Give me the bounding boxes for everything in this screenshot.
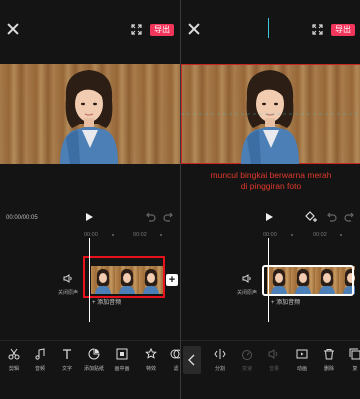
tool-label: 剪辑: [8, 366, 19, 372]
split-icon: [214, 349, 226, 359]
export-button[interactable]: 导出: [331, 24, 355, 36]
ruler-dot: [112, 234, 114, 236]
play-icon[interactable]: [86, 213, 93, 221]
playhead[interactable]: [89, 238, 90, 322]
editor-screen-before: 导出 00:00/00:05 00:00 00:02 关闭原声 + + 添加音频…: [0, 0, 180, 399]
trash-icon: [324, 349, 334, 360]
video-preview: [0, 64, 180, 164]
mute-original-audio[interactable]: 关闭原声: [56, 270, 80, 296]
scissors-icon: [8, 348, 20, 360]
tool-label: 动画: [296, 366, 307, 372]
mute-original-audio[interactable]: 关闭原声: [235, 270, 259, 296]
fullscreen-icon[interactable]: [312, 24, 323, 35]
playhead[interactable]: [268, 238, 269, 322]
tool-sticker[interactable]: 添加贴纸: [80, 348, 108, 372]
speed-icon: [242, 350, 252, 360]
clip-selection-frame[interactable]: [262, 265, 354, 296]
add-audio-button[interactable]: + 添加音频: [271, 297, 300, 309]
playback-time: 00:00/00:05: [6, 215, 38, 221]
undo-icon[interactable]: [144, 211, 156, 223]
tool-delete[interactable]: 删除: [315, 348, 343, 372]
editor-screen-after: 导出 muncul bingkai berwarna merah di ping…: [181, 0, 360, 399]
back-button[interactable]: [183, 346, 201, 374]
tool-label: 分割: [214, 366, 225, 372]
tool-volume: 音量: [260, 348, 288, 372]
tool-label: 滤: [173, 366, 179, 372]
close-icon[interactable]: [6, 22, 20, 36]
tool-speed: 变速: [233, 348, 261, 372]
video-preview-selected[interactable]: [181, 64, 360, 164]
ruler-dot: [291, 234, 293, 236]
mute-label: 关闭原声: [57, 290, 78, 296]
mute-label: 关闭原声: [236, 290, 257, 296]
tool-effects[interactable]: 特效: [137, 348, 165, 372]
video-photo-woman: [60, 70, 118, 164]
redo-icon[interactable]: [344, 211, 356, 223]
tool-copy[interactable]: 复: [341, 348, 360, 372]
ruler-tick: 00:02: [313, 232, 327, 238]
guide-line-top: [268, 18, 269, 38]
volume-icon: [268, 349, 278, 359]
effects-star-icon: [145, 348, 157, 359]
ruler-tick: 00:00: [263, 232, 277, 238]
tool-label: 音频: [34, 366, 45, 372]
redo-icon[interactable]: [163, 211, 175, 223]
tool-label: 删除: [323, 366, 334, 372]
tool-animation[interactable]: 动画: [288, 348, 316, 372]
speaker-icon: [63, 274, 72, 283]
ruler-dot: [160, 234, 162, 236]
tool-label: 复: [352, 366, 358, 372]
comparison-screenshot: 导出 00:00/00:05 00:00 00:02 关闭原声 + + 添加音频…: [0, 0, 360, 399]
tool-label: 特效: [145, 366, 156, 372]
speaker-icon: [242, 274, 251, 283]
add-audio-button[interactable]: + 添加音频: [92, 297, 121, 309]
sticker-icon: [88, 348, 100, 360]
copy-icon: [349, 348, 360, 360]
tool-split[interactable]: 分割: [206, 348, 234, 372]
animation-icon: [296, 349, 308, 359]
add-clip-button[interactable]: +: [166, 274, 178, 286]
fullscreen-icon[interactable]: [131, 24, 142, 35]
picture-in-picture-icon: [116, 348, 128, 360]
tool-cut[interactable]: 剪辑: [0, 348, 28, 372]
close-icon[interactable]: [187, 22, 201, 36]
highlight-frame: [83, 256, 165, 298]
filter-icon: [170, 349, 180, 359]
video-photo-woman: [181, 70, 360, 164]
ruler-dot: [340, 234, 342, 236]
text-icon: [63, 349, 71, 359]
music-note-icon: [35, 348, 45, 360]
tool-text[interactable]: 文字: [53, 348, 81, 372]
tool-audio[interactable]: 音频: [26, 348, 54, 372]
add-keyframe-icon[interactable]: [305, 210, 318, 223]
tool-label: 音量: [268, 366, 279, 372]
tool-label: 文字: [61, 366, 72, 372]
annotation-line: muncul bingkai berwarna merah: [210, 170, 332, 180]
ruler-tick: 00:02: [133, 232, 147, 238]
tool-filter[interactable]: 滤: [162, 348, 180, 372]
tool-picture-in-picture[interactable]: 画中画: [108, 348, 136, 372]
export-button[interactable]: 导出: [150, 24, 174, 36]
undo-icon[interactable]: [325, 211, 337, 223]
ruler-tick: 00:00: [84, 232, 98, 238]
annotation-line: di pinggiran foto: [240, 181, 302, 191]
chevron-left-icon: [188, 354, 195, 366]
play-icon[interactable]: [266, 213, 273, 221]
tool-label: 添加贴纸: [83, 366, 104, 372]
tool-label: 变速: [241, 366, 252, 372]
tool-label: 画中画: [114, 366, 130, 372]
